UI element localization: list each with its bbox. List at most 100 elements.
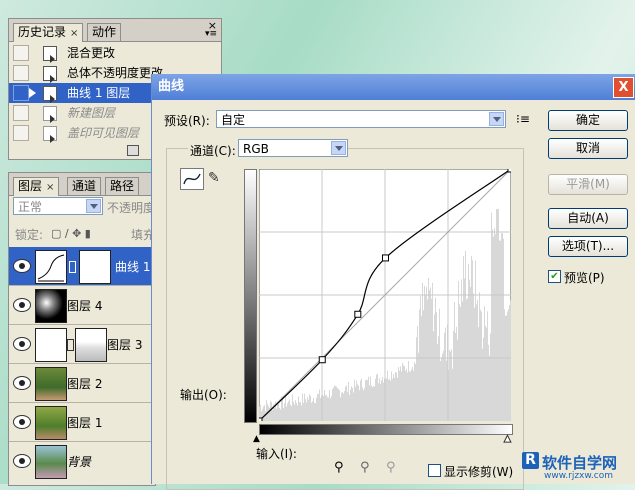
auto-button[interactable]: 自动(A)	[548, 208, 628, 229]
tab-close-icon[interactable]: ×	[70, 28, 78, 39]
histogram-bar	[373, 386, 374, 421]
history-state-icon	[43, 46, 57, 63]
white-eyedropper-icon[interactable]: ⚲	[386, 460, 396, 475]
histogram-bar	[415, 363, 416, 421]
histogram-bar	[266, 399, 267, 421]
histogram-bar	[418, 352, 419, 421]
eye-icon[interactable]	[13, 259, 31, 273]
panel-menu-icon[interactable]: ▾≡	[205, 29, 217, 39]
layer-row[interactable]: 图层 2	[9, 364, 155, 403]
histogram-bar	[302, 393, 303, 421]
tab-close-icon[interactable]: ×	[46, 182, 54, 193]
histogram-bar	[382, 377, 383, 421]
curve-control-point[interactable]	[318, 356, 326, 364]
histogram-bar	[405, 370, 406, 421]
cancel-button[interactable]: 取消	[548, 138, 628, 159]
tab-actions[interactable]: 动作	[87, 23, 122, 41]
layer-row[interactable]: 背景	[9, 442, 155, 480]
history-brush-source-box[interactable]	[13, 65, 29, 81]
eye-icon[interactable]	[13, 298, 31, 312]
history-brush-source-box[interactable]	[13, 125, 29, 141]
channel-select[interactable]: RGB	[238, 139, 348, 157]
histogram-bar	[367, 380, 368, 421]
eye-icon[interactable]	[13, 376, 31, 390]
tab-channels[interactable]: 通道	[67, 177, 102, 195]
histogram-bar	[503, 238, 504, 421]
layer-mask-thumbnail[interactable]	[79, 250, 111, 284]
histogram-bar	[311, 402, 312, 421]
preset-select[interactable]: 自定	[216, 110, 506, 128]
histogram-bar	[343, 393, 344, 421]
history-slider-icon[interactable]	[29, 88, 36, 98]
pencil-tool-icon[interactable]: ✎	[208, 170, 220, 186]
histogram-bar	[455, 332, 456, 421]
tab-layers[interactable]: 图层 ×	[13, 177, 60, 196]
link-chain-icon[interactable]	[67, 339, 74, 351]
curve-graph[interactable]	[259, 169, 511, 421]
histogram-bar	[501, 233, 502, 421]
histogram-bar	[278, 403, 279, 421]
layer-row[interactable]: 曲线 1	[9, 247, 155, 286]
layer-mask-thumbnail[interactable]	[75, 328, 107, 362]
histogram-bar	[475, 260, 476, 421]
trash-icon[interactable]	[127, 145, 139, 156]
histogram-bar	[271, 402, 272, 421]
histogram-bar	[286, 406, 287, 421]
tab-history[interactable]: 历史记录 ×	[13, 23, 84, 42]
eye-icon[interactable]	[13, 415, 31, 429]
layer-row[interactable]: 图层 3	[9, 325, 155, 364]
curve-control-point[interactable]	[354, 310, 362, 318]
preset-options-icon[interactable]: ⁝≡	[516, 112, 530, 126]
histogram-bar	[383, 382, 384, 421]
black-eyedropper-icon[interactable]: ⚲	[334, 460, 344, 475]
curve-control-point[interactable]	[259, 417, 263, 421]
white-point-slider-icon[interactable]: ▲	[504, 434, 512, 445]
layers-panel: 图层 × 通道 路径 正常 不透明度 锁定: ▢ ∕ ✥ ▮ 填充 曲线 1 图层…	[8, 172, 156, 486]
tab-paths[interactable]: 路径	[105, 177, 140, 195]
histogram-bar	[374, 386, 375, 421]
histogram-bar	[395, 372, 396, 421]
histogram-bar	[428, 277, 429, 421]
histogram-bar	[276, 408, 277, 421]
histogram-bar	[504, 309, 505, 421]
eye-icon[interactable]	[13, 337, 31, 351]
histogram-bar	[459, 304, 460, 421]
histogram-bar	[359, 390, 360, 421]
curve-point-tool-icon[interactable]	[180, 168, 204, 190]
histogram-bar	[454, 302, 455, 421]
lock-icons[interactable]: ▢ ∕ ✥ ▮	[51, 227, 91, 240]
eye-icon[interactable]	[13, 454, 31, 468]
histogram-bar	[444, 332, 445, 421]
history-brush-source-box[interactable]	[13, 85, 29, 101]
smooth-button[interactable]: 平滑(M)	[548, 174, 628, 195]
histogram-bar	[403, 365, 404, 421]
dialog-titlebar[interactable]: 曲线 X	[152, 74, 635, 100]
histogram-bar	[296, 402, 297, 421]
layer-thumbnail	[35, 367, 67, 401]
layer-row[interactable]: 图层 4	[9, 286, 155, 325]
history-item[interactable]: 混合更改	[9, 43, 221, 63]
histogram-bar	[433, 331, 434, 421]
show-clipping-checkbox[interactable]	[428, 464, 441, 477]
histogram-bar	[422, 282, 423, 421]
blend-mode-select[interactable]: 正常	[13, 197, 103, 215]
curve-control-point[interactable]	[381, 254, 389, 262]
gray-eyedropper-icon[interactable]: ⚲	[360, 460, 370, 475]
histogram-bar	[489, 355, 490, 421]
close-icon[interactable]: X	[613, 77, 634, 98]
preview-checkbox[interactable]: ✔	[548, 270, 561, 283]
histogram-bar	[287, 403, 288, 421]
options-button[interactable]: 选项(T)...	[548, 236, 628, 257]
history-brush-source-box[interactable]	[13, 105, 29, 121]
curve-control-point[interactable]	[507, 169, 511, 173]
histogram-bar	[280, 409, 281, 421]
black-point-slider-icon[interactable]: ▲	[253, 434, 260, 444]
layers-tabbar: 图层 × 通道 路径	[9, 173, 155, 196]
histogram-bar	[408, 360, 409, 421]
histogram-bar	[323, 395, 324, 421]
history-brush-source-box[interactable]	[13, 45, 29, 61]
histogram-bar	[335, 385, 336, 421]
link-chain-icon[interactable]	[69, 261, 76, 273]
ok-button[interactable]: 确定	[548, 110, 628, 131]
layer-row[interactable]: 图层 1	[9, 403, 155, 442]
